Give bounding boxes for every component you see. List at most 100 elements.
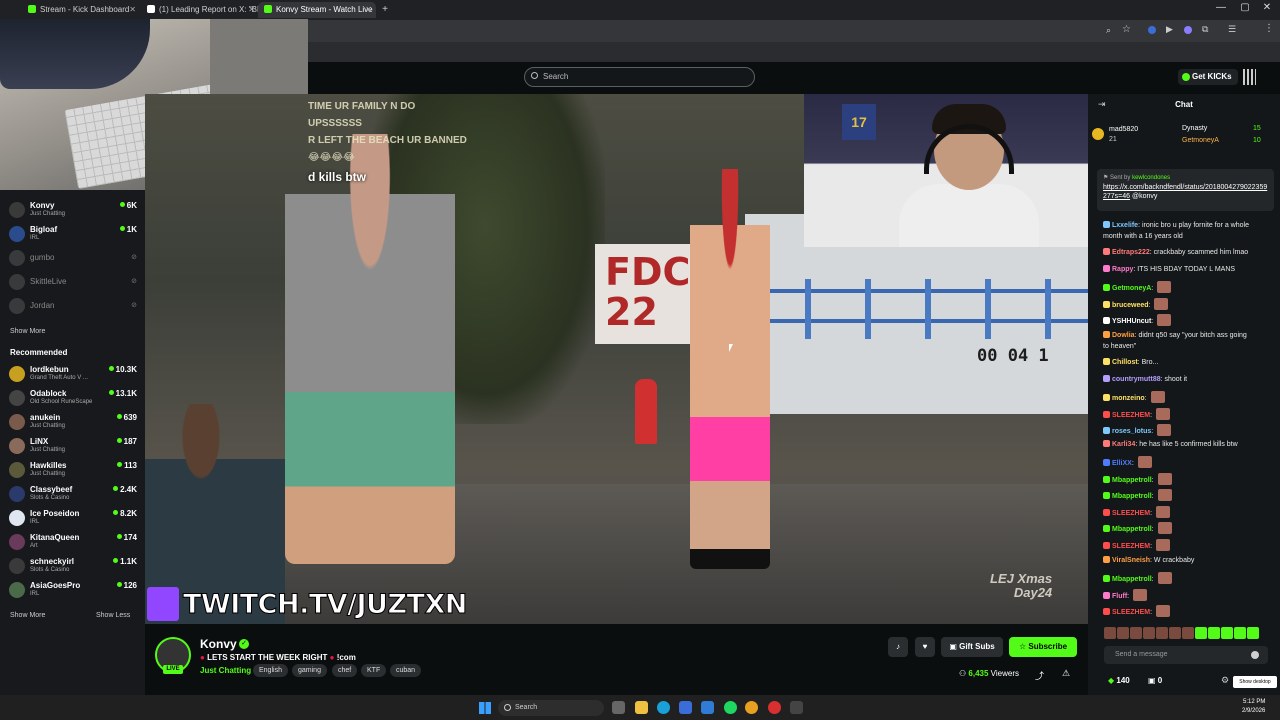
share-icon[interactable]: ⤴ — [1035, 669, 1044, 682]
chat-message[interactable]: GetmoneyA: — [1103, 281, 1273, 294]
sidebar-item-jordan[interactable]: Jordan ⊘ — [9, 296, 137, 318]
sidebar-item-gumbo[interactable]: gumbo ⊘ — [9, 248, 137, 270]
leaderboard-entry[interactable]: GetmoneyA — [1182, 137, 1219, 144]
windows-start-icon[interactable] — [479, 702, 491, 714]
task-view-icon[interactable] — [612, 701, 625, 714]
chat-username[interactable]: Dowlia — [1112, 332, 1135, 339]
kicks-balance[interactable]: ◆ 140 — [1108, 676, 1130, 685]
gear-icon[interactable]: ⚙ — [1221, 675, 1229, 686]
chat-message[interactable]: SLEEZHEM: — [1103, 539, 1273, 552]
chat-username[interactable]: Mbappetroll — [1112, 493, 1152, 500]
chat-username[interactable]: monzeino — [1112, 395, 1145, 402]
chat-username[interactable]: roses_lotus — [1112, 428, 1151, 435]
chat-username[interactable]: GetmoneyA — [1112, 285, 1151, 292]
extension-icon[interactable] — [1184, 26, 1192, 34]
chat-message[interactable]: Chillost: Bro... — [1103, 358, 1273, 368]
sidebar-item-konvy[interactable]: Konvy Just Chatting 6K — [9, 200, 137, 222]
emote-bar[interactable] — [1104, 626, 1274, 640]
video-player[interactable]: FDC 22 00 04 1 17 TIME UR FAMILY N DO UP… — [145, 94, 1088, 624]
chat-username[interactable]: Karli34 — [1112, 441, 1135, 448]
sidebar-item-classybeef[interactable]: Classybeef Slots & Casino 2.4K — [9, 484, 137, 506]
sidebar-item-skittlelive[interactable]: SkittleLive ⊘ — [9, 272, 137, 294]
chat-message[interactable]: Mbappetroll: — [1103, 473, 1273, 486]
extension-play-icon[interactable]: ▶ — [1166, 24, 1173, 35]
terminal-icon[interactable] — [790, 701, 803, 714]
pinned-link[interactable]: https://x.com/backndfendl/status/2018004… — [1103, 184, 1267, 200]
calendar-icon[interactable] — [679, 701, 692, 714]
chrome-icon[interactable] — [745, 701, 758, 714]
sidebar-item-asiagoespro[interactable]: AsiaGoesPro IRL 126 — [9, 580, 137, 602]
chat-username[interactable]: Rappy — [1112, 266, 1133, 273]
chat-username[interactable]: SLEEZHEM — [1112, 609, 1150, 616]
emote-icon[interactable] — [1234, 627, 1246, 639]
chat-username[interactable]: SLEEZHEM — [1112, 412, 1150, 419]
chat-message[interactable]: bruceweed: — [1103, 298, 1273, 311]
emote-icon[interactable] — [1143, 627, 1155, 639]
show-less-recommended[interactable]: Show Less — [96, 612, 130, 619]
spotify-icon[interactable] — [724, 701, 737, 714]
emote-icon[interactable] — [1156, 627, 1168, 639]
emote-icon[interactable] — [1104, 627, 1116, 639]
chat-username[interactable]: Mbappetroll — [1112, 576, 1152, 583]
follow-heart-button[interactable]: ♥ — [915, 637, 935, 657]
puzzle-icon[interactable]: ⧉ — [1202, 24, 1208, 35]
sidebar-item-schneckyirl[interactable]: schneckyirl Slots & Casino 1.1K — [9, 556, 137, 578]
chat-username[interactable]: Lxxelife — [1112, 222, 1138, 229]
sidebar-toggle-icon[interactable]: ☰ — [1228, 24, 1236, 35]
chat-username[interactable]: Mbappetroll — [1112, 477, 1152, 484]
chat-username[interactable]: Chillost — [1112, 359, 1138, 366]
chat-username[interactable]: YSHHUncut — [1112, 318, 1151, 325]
chat-message[interactable]: ViralSneish: W crackbaby — [1103, 556, 1273, 566]
chat-message[interactable]: to heaven" — [1103, 342, 1273, 352]
maximize-button[interactable]: ▢ — [1234, 2, 1256, 13]
emote-icon[interactable] — [1247, 627, 1259, 639]
chat-message[interactable]: SLEEZHEM: — [1103, 408, 1273, 421]
show-more-following[interactable]: Show More — [10, 328, 45, 335]
close-tab-icon[interactable]: ✕ — [365, 2, 372, 18]
search-input[interactable]: Search — [524, 67, 755, 87]
emoji-icon[interactable] — [1251, 651, 1259, 659]
chat-username[interactable]: Edtraps222 — [1112, 249, 1150, 256]
leaderboard-entry[interactable]: mad5820 — [1109, 126, 1138, 133]
new-tab-button[interactable]: + — [378, 2, 392, 18]
sidebar-item-odablock[interactable]: Odablock Old School RuneScape 13.1K — [9, 388, 137, 410]
app-icon[interactable] — [768, 701, 781, 714]
sidebar-item-ice-poseidon[interactable]: Ice Poseidon IRL 8.2K — [9, 508, 137, 530]
chat-message[interactable]: Mbappetroll: — [1103, 572, 1273, 585]
store-icon[interactable] — [701, 701, 714, 714]
category-link[interactable]: Just Chatting — [200, 666, 251, 675]
emote-icon[interactable] — [1130, 627, 1142, 639]
emote-icon[interactable] — [1182, 627, 1194, 639]
chat-username[interactable]: Mbappetroll — [1112, 526, 1152, 533]
close-tab-icon[interactable]: ✕ — [129, 2, 136, 18]
gift-count[interactable]: ▣ 0 — [1148, 676, 1162, 685]
tag-chef[interactable]: chef — [332, 664, 358, 677]
chat-message[interactable]: Mbappetroll: — [1103, 489, 1273, 502]
chat-username[interactable]: SLEEZHEM — [1112, 510, 1150, 517]
chat-username[interactable]: bruceweed — [1112, 302, 1149, 309]
edge-icon[interactable] — [657, 701, 670, 714]
extension-icon[interactable] — [1148, 26, 1156, 34]
chat-message-input[interactable]: Send a message — [1104, 646, 1268, 664]
emote-icon[interactable] — [1221, 627, 1233, 639]
chat-username[interactable]: SLEEZHEM — [1112, 543, 1150, 550]
chat-message[interactable]: Dowlia: didnt q50 say "your bitch ass go… — [1103, 331, 1273, 341]
taskbar-clock[interactable]: 5:12 PM 2/9/2026 — [1242, 698, 1265, 716]
sidebar-item-lordkebun[interactable]: lordkebun Grand Theft Auto V ... 10.3K — [9, 364, 137, 386]
subscribe-button[interactable]: ☆ Subscribe — [1009, 637, 1077, 657]
leaderboard-entry[interactable]: Dynasty — [1182, 125, 1207, 132]
emote-icon[interactable] — [1169, 627, 1181, 639]
chat-message[interactable]: Fluff: — [1103, 589, 1273, 602]
sidebar-item-anukein[interactable]: anukein Just Chatting 639 — [9, 412, 137, 434]
chat-message[interactable]: roses_lotus: — [1103, 424, 1273, 437]
gift-subs-button[interactable]: ▣ Gift Subs — [941, 637, 1003, 657]
zoom-icon[interactable]: ⌕ — [1106, 25, 1111, 36]
bookmark-star-icon[interactable]: ☆ — [1122, 24, 1131, 35]
menu-icon[interactable] — [1243, 69, 1256, 85]
minimize-button[interactable]: — — [1210, 2, 1232, 13]
pinned-message[interactable]: ⚑ Sent by kewlcondones https://x.com/bac… — [1097, 169, 1274, 211]
chat-message[interactable]: SLEEZHEM: — [1103, 605, 1273, 618]
tag-cuban[interactable]: cuban — [390, 664, 422, 677]
sidebar-item-linx[interactable]: LiNX Just Chatting 187 — [9, 436, 137, 458]
file-explorer-icon[interactable] — [635, 701, 648, 714]
